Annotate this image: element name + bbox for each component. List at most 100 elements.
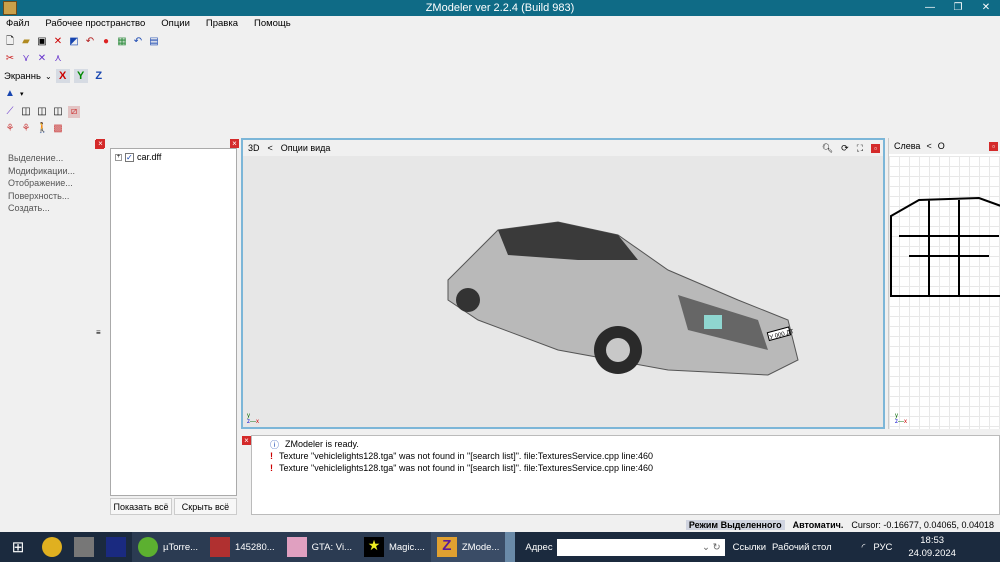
import-icon[interactable]: ◩: [68, 36, 80, 48]
main-toolbar: 🗋 ▰ ▣ ✕ ◩ ↶ ● ▦ ↶ ▤: [4, 34, 160, 50]
viewport-label: 3D: [248, 143, 260, 153]
menu-selection[interactable]: Выделение...: [0, 152, 104, 165]
close-button[interactable]: ✕: [972, 0, 1000, 16]
checkbox[interactable]: ✓: [125, 152, 134, 162]
mode-status[interactable]: Режим Выделенного: [685, 519, 785, 530]
maximize-viewport-icon[interactable]: ▫: [871, 143, 880, 153]
undo-icon[interactable]: ↶: [132, 36, 144, 48]
texture-icon[interactable]: ▦: [116, 36, 128, 48]
status-bar: Режим Выделенного Автоматич. Cursor: -0.…: [0, 517, 1000, 532]
save-icon[interactable]: ▣: [36, 36, 48, 48]
box-icon[interactable]: ◫: [20, 106, 32, 118]
cone-icon[interactable]: ▲: [4, 88, 16, 100]
winrar-icon: [210, 537, 231, 557]
tool-b-icon[interactable]: ⚘: [20, 123, 32, 135]
fit-icon[interactable]: ⛶: [857, 143, 863, 154]
new-file-icon[interactable]: 🗋: [4, 36, 16, 48]
menu-options[interactable]: Опции: [161, 16, 190, 32]
menu-edit[interactable]: Правка: [206, 16, 238, 32]
app-label: Magic....: [388, 541, 425, 553]
taskbar-app[interactable]: µTorre...: [132, 532, 205, 562]
edge-icon[interactable]: ✕: [36, 53, 48, 65]
taskbar-app[interactable]: 145280...: [204, 532, 281, 562]
clock[interactable]: 18:53 24.09.2024: [908, 534, 956, 560]
tree-item[interactable]: + ✓ car.dff: [111, 149, 236, 165]
log-line: ! Texture "vehiclelights128.tga" was not …: [270, 462, 999, 474]
car-wireframe: [890, 196, 1000, 297]
axis-gizmo: y z—x: [247, 413, 259, 425]
log-close-icon[interactable]: ×: [242, 436, 251, 445]
tool-a-icon[interactable]: ⚘: [4, 123, 16, 135]
open-folder-icon[interactable]: ▰: [20, 36, 32, 48]
zoom-icon[interactable]: 🔍︎: [822, 143, 833, 154]
menu-help[interactable]: Помощь: [254, 16, 291, 32]
title-bar: ZModeler ver 2.2.4 (Build 983): [0, 0, 1000, 16]
warning-icon: !: [270, 451, 273, 461]
select-icon[interactable]: ✂: [4, 53, 16, 65]
taskbar-scroll[interactable]: [505, 532, 516, 562]
links-toolbar[interactable]: Ссылки: [733, 542, 766, 553]
car-model: У 000 ДТ: [447, 221, 799, 376]
box-active-icon[interactable]: ⧄: [68, 106, 80, 118]
rear-wheel: [456, 288, 480, 312]
menu-display[interactable]: Отображение...: [0, 177, 104, 190]
axis-x-button[interactable]: X: [55, 69, 70, 83]
splitter-handle[interactable]: ≡: [96, 328, 101, 337]
language-indicator[interactable]: РУС: [873, 542, 892, 553]
info-icon: ⓘ: [270, 439, 280, 450]
line-icon[interactable]: ⟋: [4, 106, 16, 118]
hide-all-button[interactable]: Скрыть всё: [174, 498, 237, 515]
network-icon[interactable]: ◜: [862, 542, 866, 553]
tree-item-label: car.dff: [137, 152, 162, 162]
shape-toolbar: ▲ ▾: [4, 88, 24, 100]
axis-z-button[interactable]: Z: [92, 69, 106, 83]
view-options[interactable]: О: [938, 141, 945, 151]
axis-y-button[interactable]: Y: [73, 69, 88, 83]
tool-c-icon[interactable]: ▩: [52, 123, 64, 135]
start-button[interactable]: ⊞: [0, 532, 36, 562]
tree-close-icon[interactable]: ×: [230, 139, 239, 148]
taskbar-app[interactable]: ★ Magic....: [357, 532, 431, 562]
properties-icon[interactable]: ▤: [148, 36, 160, 48]
desktop-toolbar[interactable]: Рабочий стол: [772, 542, 832, 553]
menu-workspace[interactable]: Рабочее пространство: [45, 16, 145, 32]
cursor-readout: Cursor: -0.16677, 0.04065, 0.04018: [851, 519, 994, 530]
box3-icon[interactable]: ◫: [52, 106, 64, 118]
address-input[interactable]: ⌄ ↻: [556, 538, 725, 556]
time: 18:53: [920, 535, 945, 546]
taskbar-pin[interactable]: [68, 532, 100, 562]
taskbar-app[interactable]: Z ZMode...: [430, 532, 506, 562]
app-icon[interactable]: [3, 1, 17, 15]
viewport-3d[interactable]: 3D < Опции вида 🔍︎ ⟳ ⛶ ▫ У 000 ДТ y z—x: [241, 138, 885, 429]
minimize-button[interactable]: —: [916, 0, 944, 16]
taskbar-pin[interactable]: [100, 532, 132, 562]
show-all-button[interactable]: Показать всё: [110, 498, 172, 515]
viewport-left[interactable]: Слева < О ▫ y z—x: [888, 138, 1000, 429]
menu-modify[interactable]: Модификации...: [0, 165, 104, 178]
rotate-icon[interactable]: ⟳: [841, 143, 849, 154]
view-select[interactable]: Экраннь: [4, 71, 41, 82]
delete-icon[interactable]: ✕: [52, 36, 64, 48]
viewport-header: Слева < О ▫: [889, 138, 1000, 154]
view-options[interactable]: Опции вида: [281, 143, 331, 153]
command-panel: × Выделение... Модификации... Отображени…: [0, 138, 104, 518]
taskbar-pin[interactable]: [36, 532, 68, 562]
expand-icon[interactable]: +: [115, 153, 122, 161]
menu-file[interactable]: Файл: [6, 16, 29, 32]
log-line: ⓘ ZModeler is ready.: [270, 438, 999, 450]
record-icon[interactable]: ●: [100, 36, 112, 48]
maximize-button[interactable]: ❐: [944, 0, 972, 16]
box2-icon[interactable]: ◫: [36, 106, 48, 118]
chevron-left-icon: <: [926, 141, 932, 151]
viewport-header: 3D < Опции вида 🔍︎ ⟳ ⛶ ▫: [243, 140, 883, 156]
taskbar-app[interactable]: GTA: Vi...: [280, 532, 358, 562]
auto-status[interactable]: Автоматич.: [793, 520, 844, 530]
figure-icon[interactable]: 🚶: [36, 123, 48, 135]
close-icon[interactable]: ×: [96, 139, 105, 148]
face-icon[interactable]: ⋏: [52, 53, 64, 65]
export-icon[interactable]: ↶: [84, 36, 96, 48]
menu-surface[interactable]: Поверхность...: [0, 190, 104, 203]
menu-create[interactable]: Создать...: [0, 202, 104, 215]
maximize-viewport-icon[interactable]: ▫: [989, 141, 998, 151]
vertex-icon[interactable]: ⋎: [20, 53, 32, 65]
